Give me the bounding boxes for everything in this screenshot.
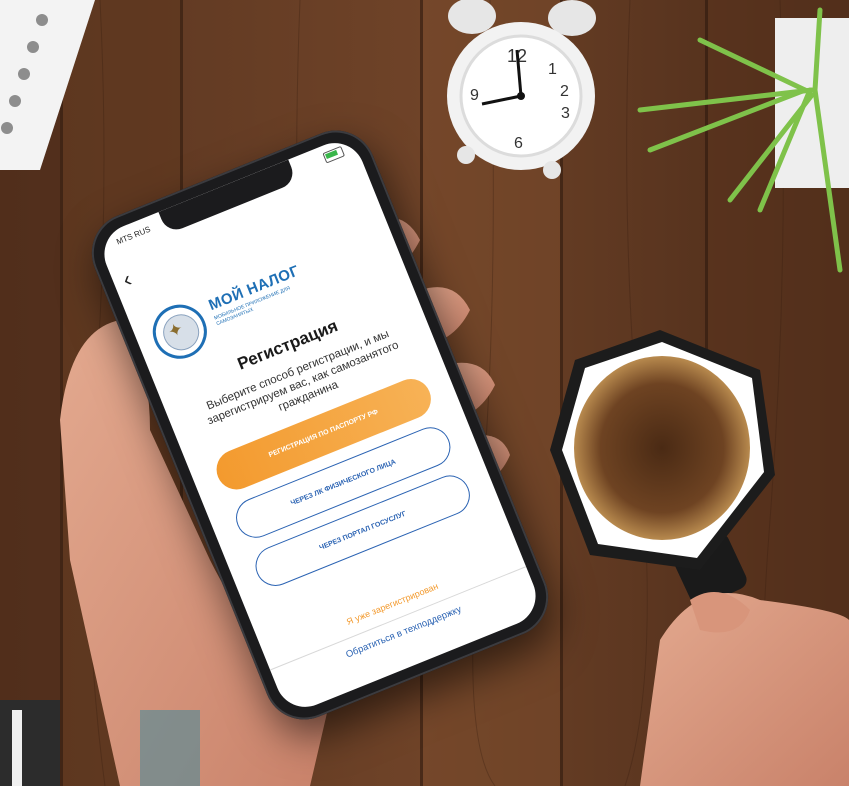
svg-text:6: 6 bbox=[514, 135, 523, 152]
back-chevron-icon[interactable]: ‹ bbox=[119, 262, 151, 293]
battery-icon bbox=[322, 145, 346, 164]
carrier-label: MTS RUS bbox=[115, 224, 152, 247]
svg-text:9: 9 bbox=[470, 87, 479, 104]
svg-text:2: 2 bbox=[560, 83, 569, 100]
svg-text:1: 1 bbox=[548, 61, 557, 78]
fns-emblem-icon: ✦ bbox=[144, 296, 215, 367]
photo-scene: 12 1 2 3 6 9 bbox=[0, 0, 849, 786]
svg-text:3: 3 bbox=[561, 105, 570, 122]
